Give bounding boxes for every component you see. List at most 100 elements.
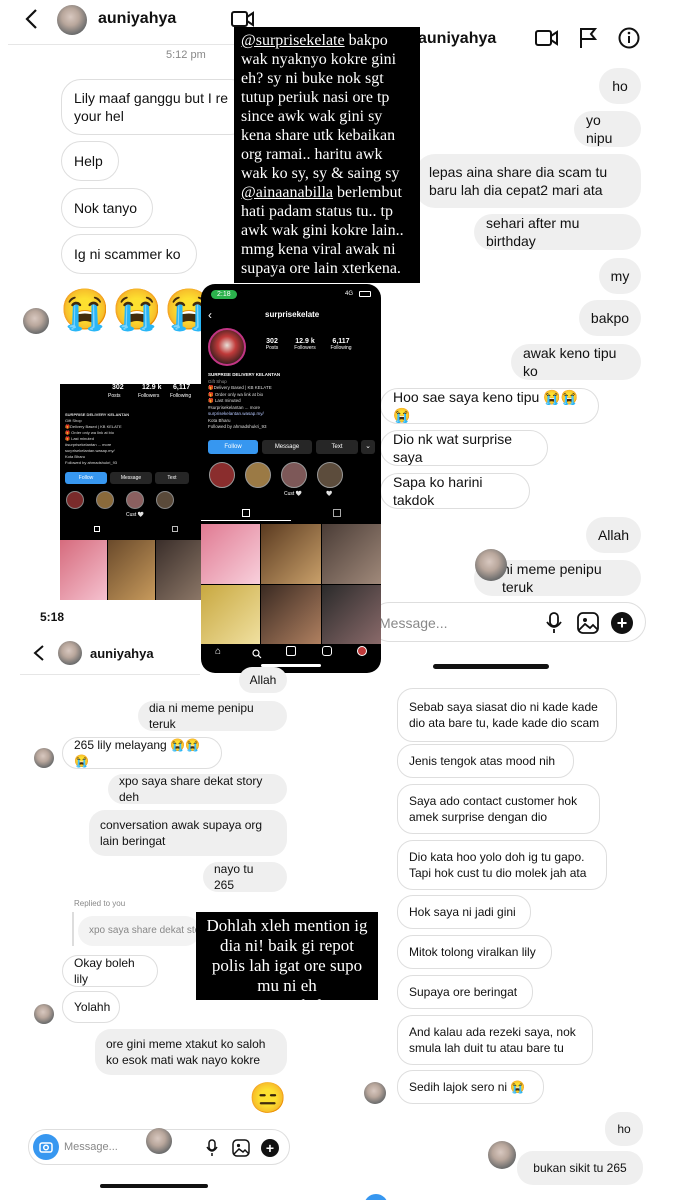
story-highlight[interactable] — [96, 491, 114, 509]
message-help[interactable]: Help — [61, 141, 119, 181]
message-sent[interactable]: Hoo sae saya keno tipu 😭😭😭 — [380, 388, 599, 424]
story-highlight[interactable] — [281, 462, 307, 488]
message-received[interactable]: sehari after mu birthday — [474, 214, 641, 250]
message-received[interactable]: Lily maaf ganggu but I re your hel — [61, 79, 251, 135]
following-count: 6,117 — [173, 384, 191, 391]
network-label: 4G — [345, 291, 354, 297]
follower-count: 12.9 k — [142, 384, 162, 391]
grid-icon[interactable] — [94, 526, 100, 532]
bottom-left-chat-panel: 5:18 auniyahya Allah dia ni meme penipu … — [0, 600, 300, 1200]
chat-username[interactable]: auniyahya — [90, 646, 154, 661]
message-sent[interactable]: Mitok tolong viralkan lily — [397, 935, 552, 969]
message-received[interactable]: ho — [605, 1112, 643, 1146]
home-indicator — [433, 664, 549, 669]
tagged-icon[interactable] — [333, 509, 341, 517]
message-sent[interactable]: Hok saya ni jadi gini — [397, 895, 531, 929]
message-button[interactable]: Message — [262, 440, 312, 454]
message-received[interactable]: ho — [599, 68, 641, 104]
message-received[interactable]: xpo saya share dekat story deh — [108, 774, 287, 804]
message-received[interactable]: Nok tanyo — [61, 188, 153, 228]
message-sent[interactable]: Okay boleh lily — [62, 955, 158, 987]
message-received[interactable]: dia ni meme penipu teruk — [138, 701, 287, 731]
crying-emoji: 😭 — [112, 288, 162, 332]
message-sent[interactable]: Saya ado contact customer hok amek surpr… — [397, 784, 600, 834]
microphone-icon[interactable] — [546, 612, 562, 639]
story-highlight[interactable] — [245, 462, 271, 488]
stat-following: 6,117 Following — [330, 338, 352, 351]
message-button[interactable]: Message — [110, 472, 152, 484]
stat-label: Following — [170, 393, 192, 399]
message-received[interactable]: bukan sikit tu 265 — [517, 1151, 643, 1185]
flag-icon[interactable] — [578, 27, 598, 54]
message-received[interactable]: Allah — [239, 667, 287, 693]
story-highlight[interactable] — [209, 462, 235, 488]
message-sent[interactable]: Jenis tengok atas mood nih — [397, 744, 574, 778]
mention-link[interactable]: @surprisekelate — [232, 996, 342, 1015]
bio: SURPRISE DELIVERY KELANTAN Gift Shop 🎁De… — [65, 412, 130, 465]
avatar[interactable] — [58, 641, 82, 665]
video-call-icon[interactable] — [535, 28, 559, 53]
grid-icon[interactable] — [242, 509, 250, 517]
profile-avatar[interactable] — [208, 328, 246, 366]
avatar — [146, 1128, 172, 1154]
info-icon[interactable] — [618, 27, 640, 54]
back-arrow-icon[interactable] — [22, 8, 42, 30]
chevron-down-icon[interactable]: ⌄ — [361, 440, 375, 454]
story-highlight[interactable] — [126, 491, 144, 509]
message-received[interactable]: lepas aina share dia scam tu baru lah di… — [415, 154, 641, 208]
text-button[interactable]: Text — [316, 440, 358, 454]
stat-posts: 302 Posts — [265, 338, 279, 351]
message-received[interactable]: Allah — [586, 517, 641, 553]
chat-username[interactable]: auniyahya — [98, 10, 176, 28]
post-count: 302 — [112, 384, 124, 391]
message-received[interactable]: conversation awak supaya org lain bering… — [89, 810, 287, 856]
microphone-icon[interactable] — [206, 1139, 218, 1162]
back-arrow-icon[interactable]: ‹ — [208, 308, 212, 322]
back-arrow-icon[interactable] — [32, 644, 46, 667]
stat-label: Posts — [108, 393, 121, 399]
message-sent[interactable]: Yolahh — [62, 991, 120, 1023]
text-button[interactable]: Text — [155, 472, 189, 484]
camera-icon[interactable] — [33, 1134, 59, 1160]
follow-button[interactable]: Follow — [65, 472, 107, 484]
replied-quote[interactable]: xpo saya share dekat sto — [78, 916, 200, 946]
gallery-icon[interactable] — [232, 1139, 250, 1162]
message-sent[interactable]: Supaya ore beringat — [397, 975, 533, 1009]
tagged-icon[interactable] — [172, 526, 178, 532]
photo-grid[interactable] — [60, 540, 203, 600]
message-sent[interactable]: Dio nk wat surprise saya — [380, 430, 548, 466]
story-highlight[interactable] — [66, 491, 84, 509]
stat-label: Followers — [138, 393, 160, 399]
story-highlight[interactable] — [156, 491, 174, 509]
composer-placeholder: Message... — [64, 1141, 118, 1153]
story-highlight[interactable] — [317, 462, 343, 488]
mention-link[interactable]: @surprisekelate — [241, 32, 345, 49]
message-sent[interactable]: Sapa ko harini takdok — [380, 473, 530, 509]
message-received[interactable]: awak keno tipu ko — [511, 344, 641, 380]
message-received[interactable]: nayo tu 265 — [203, 862, 287, 892]
message-sent[interactable]: Sedih lajok sero ni 😭 — [397, 1070, 544, 1104]
message-received[interactable]: ore gini meme xtakut ko saloh ko esok ma… — [95, 1029, 287, 1075]
reels-icon[interactable] — [322, 646, 332, 656]
send-icon[interactable] — [364, 1194, 388, 1200]
add-icon[interactable]: + — [611, 612, 633, 634]
message-received[interactable]: Ig ni scammer ko — [61, 234, 197, 274]
message-sent[interactable]: Dio kata hoo yolo doh ig tu gapo. Tapi h… — [397, 840, 607, 890]
follow-button[interactable]: Follow — [208, 440, 258, 454]
message-composer[interactable]: Message... + — [370, 602, 646, 642]
avatar — [364, 1082, 386, 1104]
story-caption-top: @surprisekelate bakpo wak nyaknyo kokre … — [234, 27, 420, 283]
message-sent[interactable]: Sebab saya siasat dio ni kade kade dio a… — [397, 688, 617, 742]
add-icon[interactable]: + — [261, 1139, 279, 1157]
profile-tab-icon[interactable] — [357, 646, 367, 656]
message-received[interactable]: my — [599, 258, 641, 294]
message-sent[interactable]: And kalau ada rezeki saya, nok smula lah… — [397, 1015, 593, 1065]
chat-username[interactable]: auniyahya — [418, 30, 496, 48]
message-received[interactable]: yo nipu — [574, 111, 641, 147]
message-sent[interactable]: 265 lily melayang 😭😭😭 — [62, 737, 222, 769]
avatar[interactable] — [57, 5, 87, 35]
avatar — [34, 1004, 54, 1024]
mention-link[interactable]: @ainaanabilla — [241, 184, 333, 201]
message-received[interactable]: bakpo — [579, 300, 641, 336]
gallery-icon[interactable] — [577, 612, 599, 639]
